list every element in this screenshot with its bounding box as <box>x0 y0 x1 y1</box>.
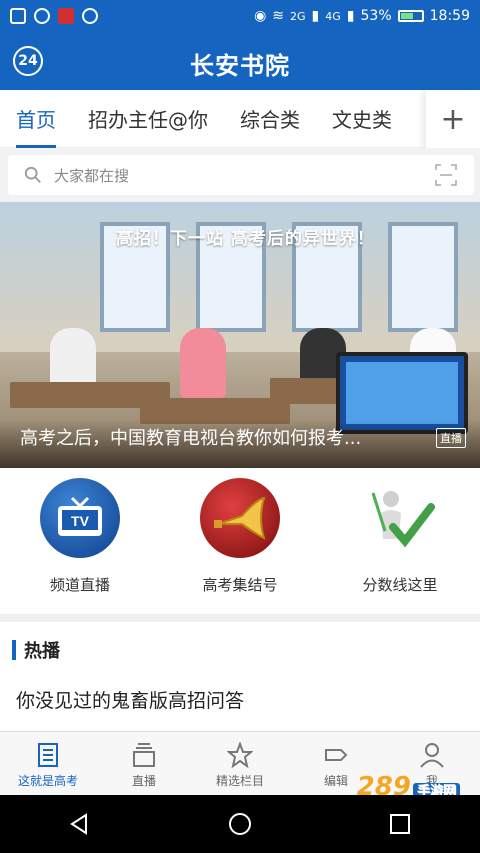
category-tabs: 首页 招办主任@你 综合类 文史类 + <box>0 90 480 148</box>
banner-window <box>388 222 458 332</box>
tab-home[interactable]: 首页 <box>0 90 72 148</box>
battery-icon <box>397 10 424 22</box>
clock-time: 18:59 <box>429 8 470 24</box>
nav-this-is-gaokao[interactable]: 这就是高考 <box>0 732 96 795</box>
home-icon[interactable] <box>228 812 252 836</box>
status-bar: ◉ ≋ 2G ▮ 4G ▮ 53% 18:59 <box>0 0 480 32</box>
user-icon <box>420 743 444 768</box>
app-notification-icon <box>10 8 26 24</box>
signal-icon: ▮ <box>346 8 355 24</box>
nav-featured-columns[interactable]: 精选栏目 <box>192 732 288 795</box>
star-icon <box>227 742 253 768</box>
recents-icon[interactable] <box>388 812 412 836</box>
section-accent-bar <box>12 640 16 660</box>
news-notification-icon <box>58 8 74 24</box>
section-divider <box>0 614 480 622</box>
signal-icon: ▮ <box>311 8 320 24</box>
wifi-icon: ≋ <box>272 8 285 24</box>
network-2g-label: 2G <box>290 9 306 23</box>
hot-section-title: 热播 <box>24 641 60 662</box>
quick-entry-score-line[interactable]: 分数线这里 <box>320 468 480 614</box>
app-logo: 长安书院 <box>190 51 290 80</box>
search-icon <box>24 166 41 183</box>
quick-entries: TV 频道直播 高考集结号 分数线这里 <box>0 468 480 614</box>
stack-icon <box>133 743 155 767</box>
horn-icon <box>200 478 280 558</box>
quick-entry-label: 高考集结号 <box>202 576 278 594</box>
live-tag: 直播 <box>436 428 466 448</box>
tag-icon <box>325 749 348 761</box>
nav-label: 编辑 <box>323 774 348 788</box>
banner-student <box>180 328 226 398</box>
system-navigation-bar <box>0 795 480 853</box>
quick-entry-label: 频道直播 <box>49 576 110 594</box>
network-4g-label: 4G <box>325 9 341 23</box>
back-icon[interactable] <box>68 812 92 836</box>
search-input[interactable]: 大家都在搜 <box>8 155 474 195</box>
add-tab-button[interactable]: + <box>426 90 480 148</box>
nav-label: 直播 <box>131 774 156 788</box>
banner-caption: 高考之后，中国教育电视台教你如何报考... <box>20 428 362 449</box>
circle-notification-icon <box>34 8 50 24</box>
featured-banner[interactable]: 高招！下一站 高考后的异世界！ 高考之后，中国教育电视台教你如何报考... 直播 <box>0 202 480 468</box>
quick-entry-label: 分数线这里 <box>362 576 438 594</box>
battery-percent: 53% <box>360 8 392 24</box>
location-icon: ◉ <box>254 8 267 24</box>
book-icon <box>38 743 58 767</box>
countdown-badge[interactable]: 24 <box>13 46 43 76</box>
quick-entry-gaokao-assembly[interactable]: 高考集结号 <box>160 468 320 614</box>
tv-icon: TV <box>40 478 120 558</box>
nav-label: 这就是高考 <box>17 774 78 788</box>
hot-item-title[interactable]: 你没见过的鬼畜版高招问答 <box>16 686 244 713</box>
hot-section-header: 热播 <box>0 622 480 678</box>
check-figure-icon <box>360 478 440 558</box>
shield-notification-icon <box>82 8 98 24</box>
tab-comprehensive[interactable]: 综合类 <box>224 90 316 148</box>
scan-icon[interactable] <box>434 163 458 187</box>
svg-text:TV: TV <box>71 513 90 529</box>
banner-headline: 高招！下一站 高考后的异世界！ <box>116 229 375 249</box>
nav-live[interactable]: 直播 <box>96 732 192 795</box>
tab-admissions-director[interactable]: 招办主任@你 <box>72 90 224 148</box>
search-placeholder: 大家都在搜 <box>54 166 130 185</box>
tab-humanities[interactable]: 文史类 <box>316 90 408 148</box>
nav-label: 精选栏目 <box>215 774 264 788</box>
search-area: 大家都在搜 <box>0 148 480 202</box>
plus-icon: + <box>440 101 466 137</box>
quick-entry-channel-live[interactable]: TV 频道直播 <box>0 468 160 614</box>
app-header: 24 长安书院 <box>0 32 480 90</box>
